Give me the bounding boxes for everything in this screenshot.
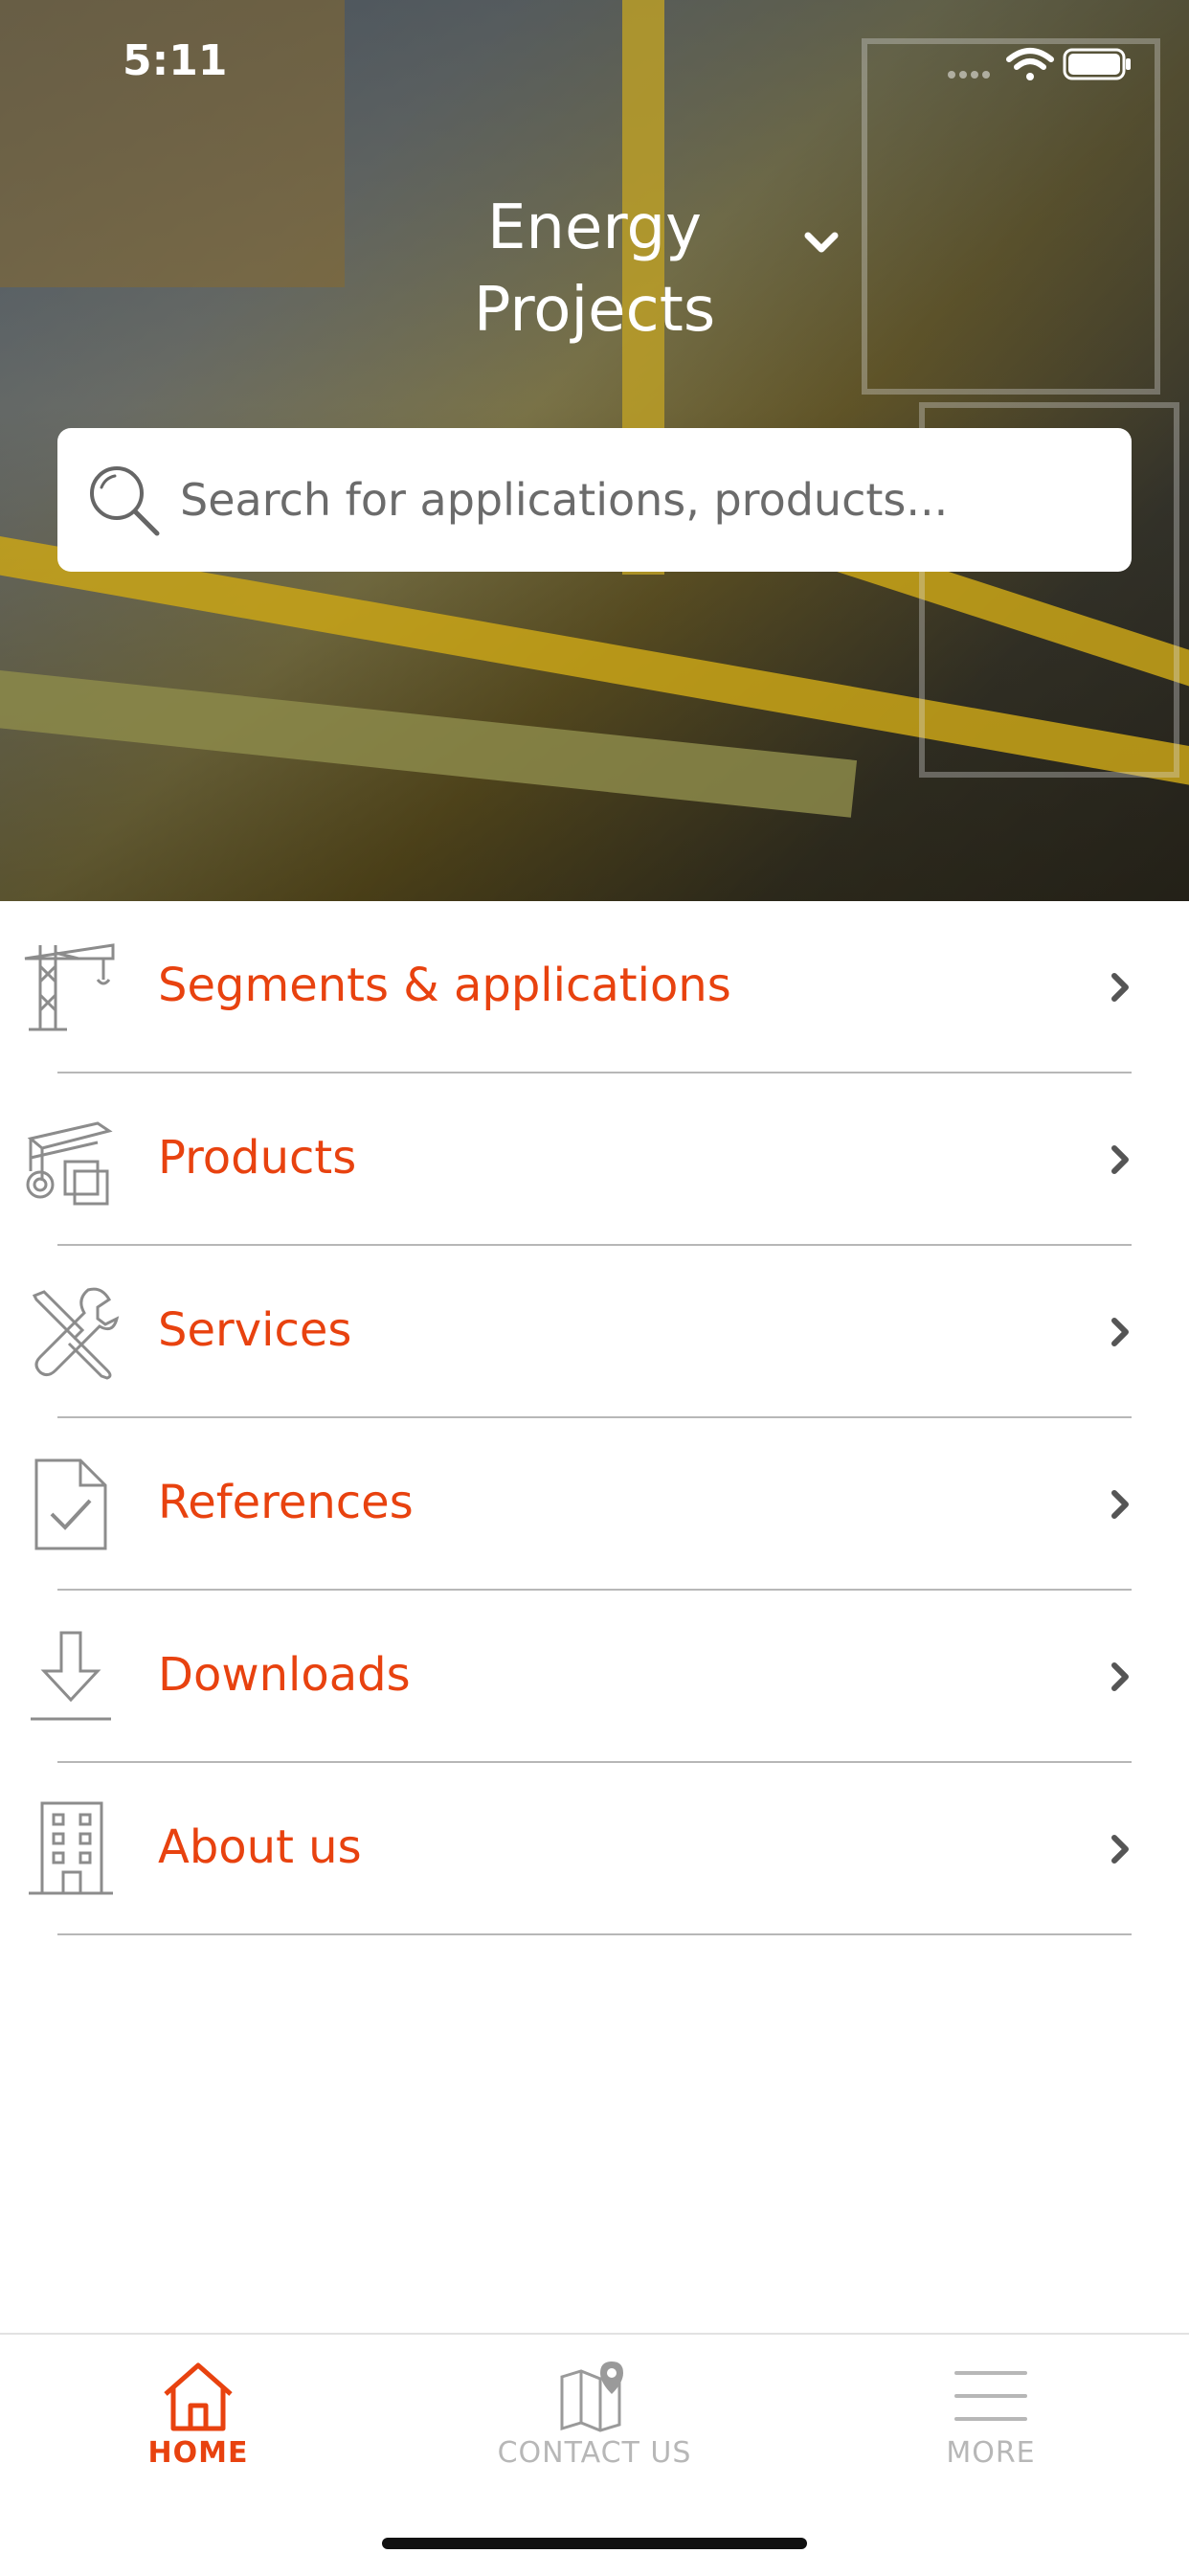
divider bbox=[57, 1933, 1132, 1935]
wifi-icon bbox=[1006, 48, 1054, 80]
menu-item-services[interactable]: Services bbox=[0, 1246, 1189, 1418]
search-input[interactable] bbox=[178, 473, 1103, 527]
menu-item-label: Services bbox=[158, 1303, 352, 1357]
chevron-right-icon bbox=[1111, 1318, 1129, 1346]
cellular-signal-icon bbox=[948, 71, 990, 79]
chevron-right-icon bbox=[1111, 1835, 1129, 1864]
download-icon bbox=[31, 1631, 111, 1721]
status-time: 5:11 bbox=[123, 36, 228, 85]
tab-label: CONTACT US bbox=[497, 2436, 692, 2470]
hero-banner: 5:11 Energy Projects Search for applicat… bbox=[0, 0, 1189, 901]
chevron-right-icon bbox=[1111, 973, 1129, 1002]
menu-item-label: Segments & applications bbox=[158, 959, 731, 1012]
building-icon bbox=[29, 1801, 113, 1895]
menu-item-label: Downloads bbox=[158, 1648, 411, 1702]
search-icon bbox=[90, 466, 160, 536]
menu-item-segments[interactable]: Segments & applications bbox=[0, 901, 1189, 1073]
menu-item-products[interactable]: Products bbox=[0, 1073, 1189, 1246]
menu-item-downloads[interactable]: Downloads bbox=[0, 1591, 1189, 1763]
chevron-right-icon bbox=[1111, 1662, 1129, 1691]
hamburger-menu-icon bbox=[954, 2371, 1027, 2421]
crane-icon bbox=[24, 943, 115, 1031]
chevron-down-icon[interactable] bbox=[802, 228, 841, 257]
chevron-right-icon bbox=[1111, 1490, 1129, 1519]
document-check-icon bbox=[34, 1458, 107, 1550]
home-indicator[interactable] bbox=[382, 2538, 807, 2549]
battery-icon bbox=[1063, 48, 1131, 80]
chevron-right-icon bbox=[1111, 1145, 1129, 1174]
tools-icon bbox=[32, 1287, 120, 1380]
menu-item-label: Products bbox=[158, 1131, 357, 1185]
menu-item-references[interactable]: References bbox=[0, 1418, 1189, 1591]
tab-label: MORE bbox=[946, 2436, 1036, 2470]
status-bar: 5:11 bbox=[0, 0, 1189, 134]
menu-item-about[interactable]: About us bbox=[0, 1763, 1189, 1935]
menu-item-label: About us bbox=[158, 1820, 362, 1874]
main-menu: Segments & applications Products Service… bbox=[0, 901, 1189, 1935]
page-title[interactable]: Energy Projects bbox=[432, 187, 757, 351]
tab-label: HOME bbox=[147, 2436, 249, 2470]
tab-more[interactable]: MORE bbox=[793, 2335, 1189, 2517]
menu-item-label: References bbox=[158, 1476, 414, 1529]
search-bar[interactable] bbox=[57, 428, 1132, 572]
steel-profiles-icon bbox=[26, 1121, 113, 1206]
header-title-area[interactable]: Energy Projects bbox=[0, 187, 1189, 350]
status-icons bbox=[942, 42, 1133, 84]
tab-home[interactable]: HOME bbox=[0, 2335, 396, 2517]
home-icon bbox=[164, 2362, 233, 2431]
map-pin-icon bbox=[560, 2361, 623, 2432]
tab-contact[interactable]: CONTACT US bbox=[396, 2335, 793, 2517]
